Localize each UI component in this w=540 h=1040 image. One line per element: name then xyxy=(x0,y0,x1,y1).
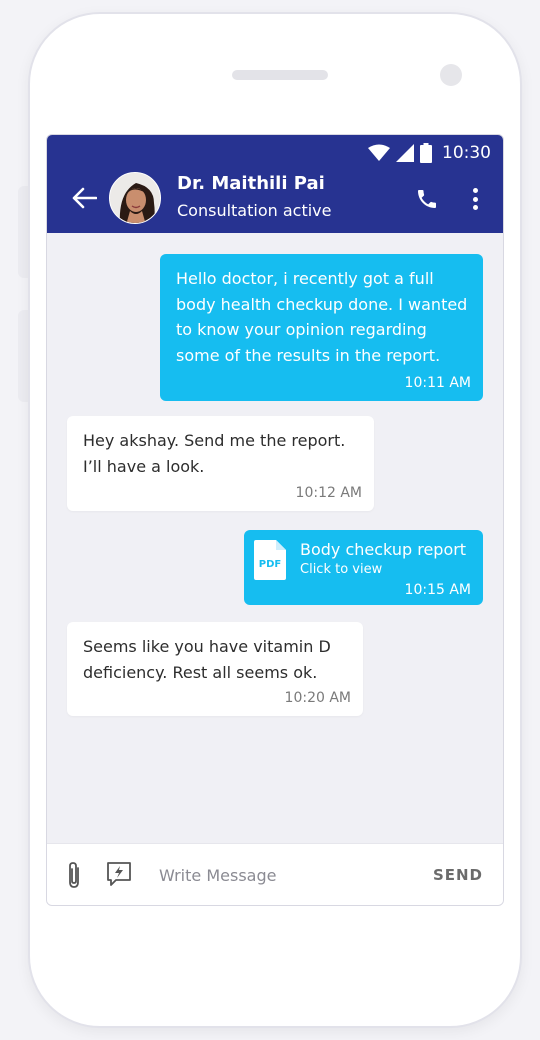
message-text: Seems like you have vitamin D deficiency… xyxy=(83,637,331,682)
send-button[interactable]: SEND xyxy=(433,866,483,884)
dot-icon xyxy=(472,188,478,193)
status-time: 10:30 xyxy=(442,143,491,163)
status-bar: 10:30 xyxy=(368,141,491,165)
message-time: 10:12 AM xyxy=(295,485,362,501)
quick-reply-icon xyxy=(107,862,131,886)
signal-icon xyxy=(396,144,414,162)
message-input[interactable] xyxy=(159,860,419,890)
paperclip-icon xyxy=(69,862,79,888)
message-text: Hello doctor, i recently got a full body… xyxy=(176,269,468,365)
phone-frame: 10:30 Dr. Maithili Pai Consultation acti… xyxy=(28,12,522,1028)
attachment-subtitle: Click to view xyxy=(300,562,383,577)
dot-icon xyxy=(472,196,478,202)
message-bubble-sent[interactable]: Hello doctor, i recently got a full body… xyxy=(160,254,483,401)
message-time: 10:20 AM xyxy=(284,690,351,706)
attach-button[interactable] xyxy=(63,860,85,890)
back-button[interactable] xyxy=(69,183,99,213)
contact-name: Dr. Maithili Pai xyxy=(177,173,325,194)
phone-icon xyxy=(418,190,436,208)
pdf-attachment-bubble[interactable]: PDF Body checkup report Click to view 10… xyxy=(244,530,483,605)
pdf-file-icon: PDF xyxy=(254,540,286,580)
avatar[interactable] xyxy=(109,172,161,224)
phone-camera xyxy=(440,64,462,86)
chat-header: 10:30 Dr. Maithili Pai Consultation acti… xyxy=(47,135,503,233)
doctor-avatar-image xyxy=(110,173,160,223)
battery-icon xyxy=(420,143,432,163)
message-text: Hey akshay. Send me the report. I’ll hav… xyxy=(83,431,346,476)
consultation-status: Consultation active xyxy=(177,201,332,220)
message-composer: SEND xyxy=(47,843,503,905)
message-time: 10:15 AM xyxy=(404,582,471,598)
attachment-title: Body checkup report xyxy=(300,540,467,559)
wifi-icon xyxy=(368,144,390,161)
phone-speaker xyxy=(232,70,328,80)
message-time: 10:11 AM xyxy=(404,375,471,391)
dot-icon xyxy=(472,205,478,210)
arrow-left-icon xyxy=(72,187,97,209)
chat-screen: 10:30 Dr. Maithili Pai Consultation acti… xyxy=(46,134,504,906)
message-bubble-received[interactable]: Seems like you have vitamin D deficiency… xyxy=(67,622,363,716)
call-button[interactable] xyxy=(413,185,441,213)
message-bubble-received[interactable]: Hey akshay. Send me the report. I’ll hav… xyxy=(67,416,374,511)
quick-reply-button[interactable] xyxy=(105,860,133,888)
pdf-icon-label: PDF xyxy=(259,559,281,570)
more-options-button[interactable] xyxy=(465,185,485,213)
